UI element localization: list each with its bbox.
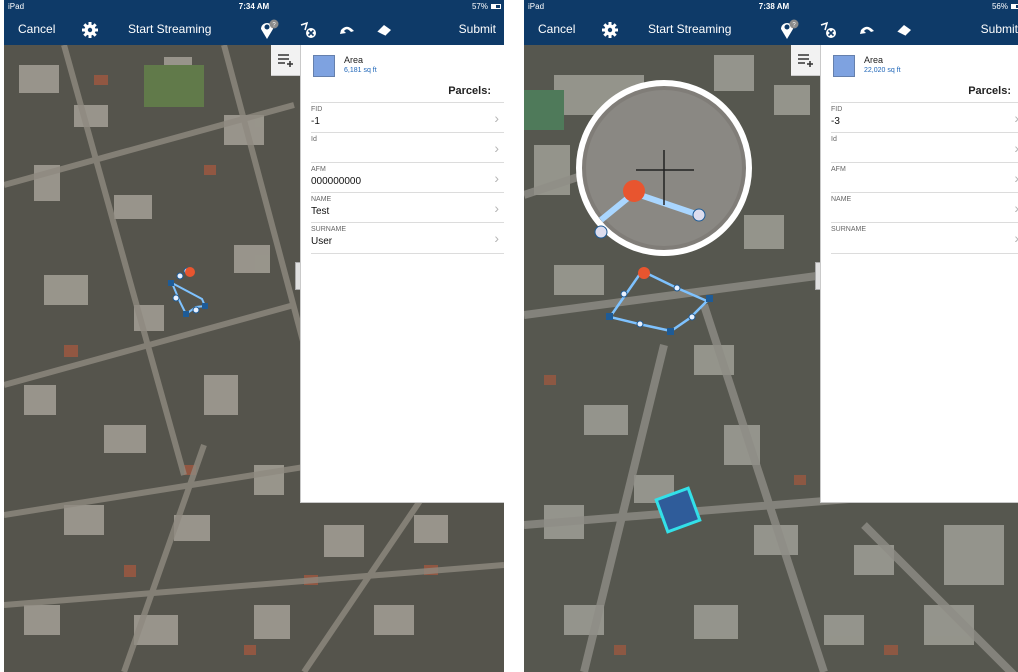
- undo-icon[interactable]: [858, 21, 876, 39]
- battery-icon: [491, 4, 501, 9]
- chevron-right-icon: ›: [1014, 170, 1018, 186]
- field-id[interactable]: Id ›: [311, 132, 504, 163]
- field-label: AFM: [831, 166, 846, 173]
- field-afm[interactable]: AFM 000000000 ›: [311, 162, 504, 193]
- chevron-right-icon: ›: [1014, 200, 1018, 216]
- field-label: SURNAME: [831, 226, 867, 233]
- status-bar: iPad 7:34 AM 57%: [4, 0, 504, 13]
- battery-percent: 57%: [471, 2, 488, 11]
- field-surname[interactable]: SURNAME User ›: [311, 222, 504, 254]
- field-label: Id: [831, 136, 837, 143]
- chevron-right-icon: ›: [1014, 110, 1018, 126]
- status-bar: iPad 7:38 AM 56%: [524, 0, 1018, 13]
- field-value: Test: [311, 206, 330, 217]
- parcels-title: Parcels:: [968, 85, 1011, 97]
- add-feature-button[interactable]: [791, 45, 820, 76]
- field-label: FID: [311, 106, 323, 113]
- field-afm[interactable]: AFM ›: [831, 162, 1018, 193]
- field-label: SURNAME: [311, 226, 347, 233]
- field-id[interactable]: Id ›: [831, 132, 1018, 163]
- field-surname[interactable]: SURNAME ›: [831, 222, 1018, 254]
- field-name[interactable]: NAME ›: [831, 192, 1018, 223]
- field-label: Id: [311, 136, 317, 143]
- chevron-right-icon: ›: [494, 170, 499, 186]
- area-label: Area: [344, 55, 364, 65]
- attribute-panel: Area 22,020 sq ft Parcels: FID -3 › Id ›…: [820, 45, 1018, 503]
- submit-button[interactable]: Submit: [459, 13, 496, 45]
- add-feature-icon: [278, 54, 293, 67]
- field-value: User: [311, 236, 333, 247]
- undo-icon[interactable]: [338, 21, 356, 39]
- start-streaming-button[interactable]: Start Streaming: [128, 13, 211, 45]
- chevron-right-icon: ›: [494, 140, 499, 156]
- left-ipad-screen: iPad 7:34 AM 57% Cancel Start Streaming …: [4, 0, 504, 672]
- area-label: Area: [864, 55, 884, 65]
- field-value: -1: [311, 116, 320, 127]
- start-streaming-button[interactable]: Start Streaming: [648, 13, 731, 45]
- chevron-right-icon: ›: [1014, 140, 1018, 156]
- field-fid[interactable]: FID -1 ›: [311, 102, 504, 133]
- status-time: 7:34 AM: [238, 2, 270, 11]
- gear-icon[interactable]: [81, 21, 99, 39]
- battery-icon: [1011, 4, 1018, 9]
- top-toolbar: Cancel Start Streaming ? Submit: [4, 13, 504, 45]
- gear-icon[interactable]: [601, 21, 619, 39]
- chevron-right-icon: ›: [494, 230, 499, 246]
- eraser-icon[interactable]: [375, 21, 393, 39]
- area-color-swatch: [313, 55, 335, 77]
- status-time: 7:38 AM: [758, 2, 790, 11]
- submit-button[interactable]: Submit: [981, 13, 1018, 45]
- streaming-location-icon[interactable]: ?: [258, 19, 280, 41]
- clear-sketch-icon[interactable]: [819, 21, 837, 39]
- field-value: 000000000: [311, 176, 362, 187]
- chevron-right-icon: ›: [494, 110, 499, 126]
- field-value: -3: [831, 116, 840, 127]
- field-name[interactable]: NAME Test ›: [311, 192, 504, 223]
- eraser-icon[interactable]: [895, 21, 913, 39]
- clear-sketch-icon[interactable]: [299, 21, 317, 39]
- add-feature-icon: [798, 54, 813, 67]
- chevron-right-icon: ›: [1014, 230, 1018, 246]
- area-color-swatch: [833, 55, 855, 77]
- cancel-button[interactable]: Cancel: [18, 13, 55, 45]
- field-label: NAME: [311, 196, 332, 203]
- area-value: 6,181 sq ft: [344, 67, 377, 74]
- field-fid[interactable]: FID -3 ›: [831, 102, 1018, 133]
- field-label: NAME: [831, 196, 852, 203]
- chevron-right-icon: ›: [494, 200, 499, 216]
- attribute-panel: Area 6,181 sq ft Parcels: FID -1 › Id › …: [300, 45, 504, 503]
- cancel-button[interactable]: Cancel: [538, 13, 575, 45]
- magnifier-crosshair-icon: [576, 80, 752, 256]
- right-ipad-screen: iPad 7:38 AM 56% Cancel Start Streaming …: [524, 0, 1018, 672]
- parcels-title: Parcels:: [448, 85, 491, 97]
- field-label: FID: [831, 106, 843, 113]
- field-label: AFM: [311, 166, 326, 173]
- area-value: 22,020 sq ft: [864, 67, 901, 74]
- streaming-location-icon[interactable]: ?: [778, 19, 800, 41]
- top-toolbar: Cancel Start Streaming ? Submit: [524, 13, 1018, 45]
- add-feature-button[interactable]: [271, 45, 300, 76]
- battery-percent: 56%: [991, 2, 1008, 11]
